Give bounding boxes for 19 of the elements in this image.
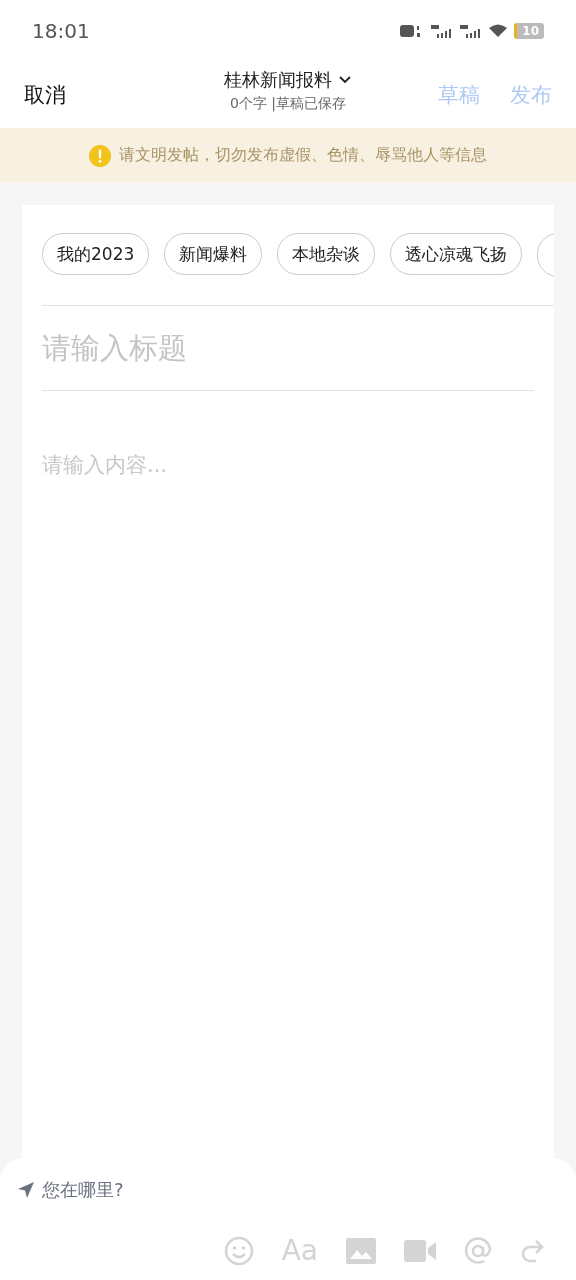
wifi-icon (489, 24, 508, 38)
topic-chip[interactable]: 透心凉魂飞扬 (390, 233, 523, 275)
at-sign-icon[interactable] (464, 1236, 492, 1265)
board-selector[interactable]: 桂林新闻报料 (224, 68, 352, 92)
cancel-button[interactable]: 取消 (24, 81, 66, 109)
emoji-icon[interactable] (223, 1235, 254, 1266)
image-icon[interactable] (346, 1237, 376, 1264)
video-camera-icon[interactable] (404, 1239, 436, 1262)
status-time: 18:01 (32, 19, 90, 43)
warning-icon (89, 144, 111, 167)
location-arrow-icon (18, 1182, 34, 1198)
battery-indicator: 10 (514, 23, 544, 39)
topic-chip[interactable]: 我的2023 (42, 233, 150, 275)
location-button[interactable]: 您在哪里? (18, 1178, 124, 1202)
topic-chip[interactable]: 本地杂谈 (277, 233, 376, 275)
topic-chip[interactable]: 新闻爆料 (164, 233, 263, 275)
draft-status: 0个字 |草稿已保存 (229, 95, 347, 113)
chevron-down-icon (338, 75, 352, 85)
notice-text: 请文明发帖，切勿发布虚假、色情、辱骂他人等信息 (119, 145, 487, 166)
